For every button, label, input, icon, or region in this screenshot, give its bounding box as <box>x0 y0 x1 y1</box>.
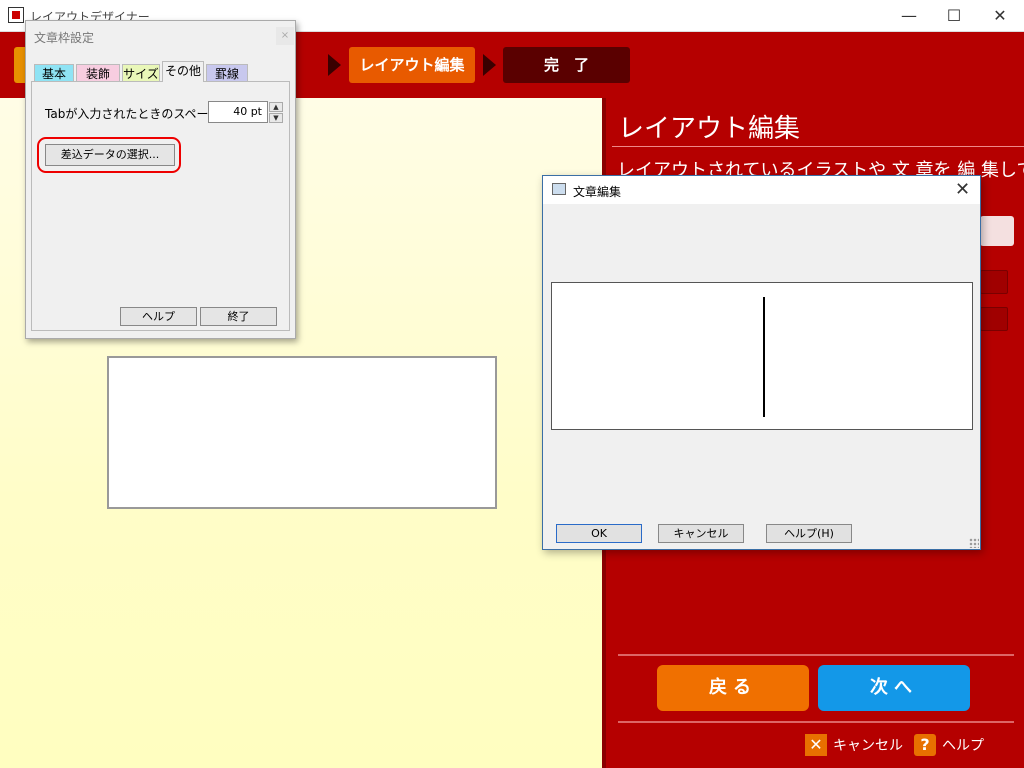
maximize-button[interactable]: ☐ <box>931 0 977 32</box>
tab-decoration[interactable]: 装飾 <box>76 64 120 82</box>
wizard-step-complete: 完 了 <box>503 47 630 83</box>
panel-button[interactable] <box>980 307 1008 331</box>
help-button[interactable]: ヘルプ(H) <box>766 524 852 543</box>
dialog-title: 文章編集 <box>573 185 622 199</box>
close-icon[interactable]: ✕ <box>805 734 827 756</box>
dialog-close-button[interactable]: ✕ <box>955 179 970 200</box>
back-button[interactable]: 戻る <box>657 665 809 711</box>
help-link[interactable]: ヘルプ <box>942 735 984 755</box>
ok-button[interactable]: OK <box>556 524 642 543</box>
end-button[interactable]: 終了 <box>200 307 277 326</box>
text-frame-settings-dialog: 文章枠設定 × 基本 装飾 サイズ その他 罫線 Tabが入力されたときのスペー… <box>25 20 296 339</box>
panel-button[interactable] <box>980 270 1008 294</box>
panel-divider <box>618 721 1014 723</box>
text-frame[interactable] <box>107 356 497 509</box>
panel-title: レイアウト編集 <box>618 114 801 144</box>
panel-divider <box>618 654 1014 656</box>
tab-space-input[interactable]: 40 pt <box>208 101 268 123</box>
tab-basic[interactable]: 基本 <box>34 64 74 82</box>
minimize-button[interactable]: — <box>886 0 932 32</box>
highlight-circle <box>37 137 181 173</box>
text-edit-dialog: 文章編集 ✕ OK キャンセル ヘルプ(H) <box>542 175 981 550</box>
help-button[interactable]: ヘルプ <box>120 307 197 326</box>
text-caret <box>763 297 765 417</box>
dialog-title: 文章枠設定 <box>34 31 95 45</box>
dialog-close-button[interactable]: × <box>276 27 294 45</box>
cancel-button[interactable]: キャンセル <box>658 524 744 543</box>
panel-input[interactable] <box>980 216 1014 246</box>
next-button[interactable]: 次へ <box>818 665 970 711</box>
tab-size[interactable]: サイズ <box>122 64 160 82</box>
spin-down-icon[interactable]: ▼ <box>269 113 283 123</box>
wizard-step-layout-edit: レイアウト編集 <box>349 47 475 83</box>
text-edit-area[interactable] <box>551 282 973 430</box>
step-arrow-icon <box>483 54 496 76</box>
dialog-titlebar: 文章編集 ✕ <box>543 176 980 204</box>
resize-grip-icon[interactable] <box>969 538 979 548</box>
tab-border[interactable]: 罫線 <box>206 64 248 82</box>
window-close-button[interactable]: ✕ <box>977 0 1023 32</box>
step-arrow-icon <box>328 54 341 76</box>
tab-other[interactable]: その他 <box>162 61 204 82</box>
panel-divider <box>612 146 1024 147</box>
window-icon <box>552 183 566 195</box>
cancel-link[interactable]: キャンセル <box>833 735 903 755</box>
app-icon <box>8 7 24 23</box>
spin-up-icon[interactable]: ▲ <box>269 102 283 112</box>
question-icon[interactable]: ? <box>914 734 936 756</box>
